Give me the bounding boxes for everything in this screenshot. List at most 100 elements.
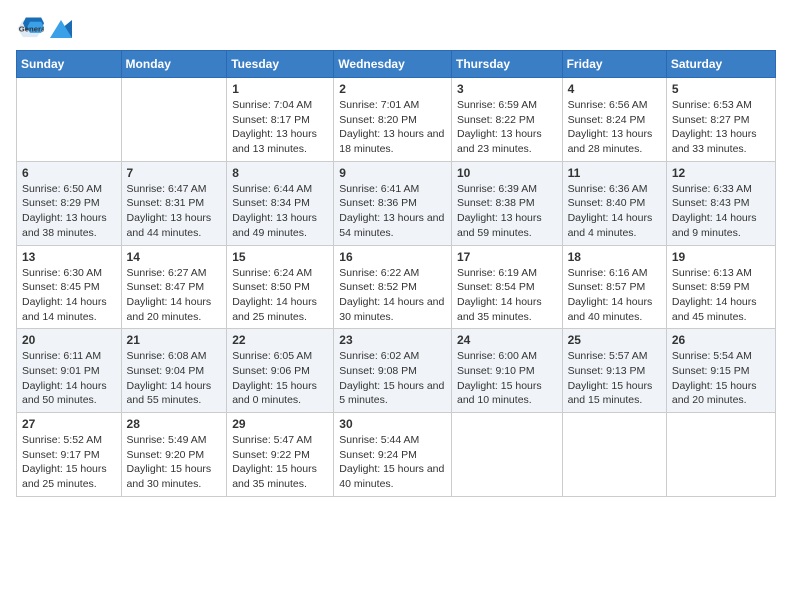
calendar-day-cell: 16Sunrise: 6:22 AMSunset: 8:52 PMDayligh…: [334, 245, 452, 329]
day-number: 7: [127, 166, 222, 180]
weekday-header-cell: Wednesday: [334, 51, 452, 78]
day-info: Sunrise: 5:49 AMSunset: 9:20 PMDaylight:…: [127, 433, 222, 492]
day-number: 9: [339, 166, 446, 180]
day-number: 14: [127, 250, 222, 264]
day-number: 22: [232, 333, 328, 347]
calendar-day-cell: 17 Sunrise: 6:19 AMSunset: 8:54 PMDayligh…: [451, 245, 562, 329]
calendar-week-row: 27 Sunrise: 5:52 AMSunset: 9:17 PMDayligh…: [17, 413, 776, 497]
calendar-week-row: 6 Sunrise: 6:50 AMSunset: 8:29 PMDaylight…: [17, 161, 776, 245]
day-info: Sunrise: 6:41 AMSunset: 8:36 PMDaylight:…: [339, 182, 446, 241]
day-number: 6: [22, 166, 116, 180]
calendar-day-cell: 26 Sunrise: 5:54 AMSunset: 9:15 PMDayligh…: [666, 329, 775, 413]
calendar-day-cell: 29 Sunrise: 5:47 AMSunset: 9:22 PMDayligh…: [227, 413, 334, 497]
weekday-header-cell: Thursday: [451, 51, 562, 78]
calendar-day-cell: [121, 78, 227, 162]
day-number: 17: [457, 250, 557, 264]
day-info: Sunrise: 6:11 AMSunset: 9:01 PMDaylight:…: [22, 349, 116, 408]
day-number: 21: [127, 333, 222, 347]
calendar-day-cell: 21 Sunrise: 6:08 AMSunset: 9:04 PMDayligh…: [121, 329, 227, 413]
calendar-day-cell: 5 Sunrise: 6:53 AMSunset: 8:27 PMDaylight…: [666, 78, 775, 162]
day-info: Sunrise: 6:00 AMSunset: 9:10 PMDaylight:…: [457, 349, 557, 408]
calendar-day-cell: 22 Sunrise: 6:05 AMSunset: 9:06 PMDayligh…: [227, 329, 334, 413]
day-number: 3: [457, 82, 557, 96]
day-number: 29: [232, 417, 328, 431]
day-number: 28: [127, 417, 222, 431]
day-info: Sunrise: 6:24 AMSunset: 8:50 PMDaylight:…: [232, 266, 328, 325]
calendar-day-cell: 20 Sunrise: 6:11 AMSunset: 9:01 PMDayligh…: [17, 329, 122, 413]
day-number: 8: [232, 166, 328, 180]
day-info: Sunrise: 7:04 AMSunset: 8:17 PMDaylight:…: [232, 98, 328, 157]
day-info: Sunrise: 6:16 AMSunset: 8:57 PMDaylight:…: [568, 266, 661, 325]
day-number: 13: [22, 250, 116, 264]
day-info: Sunrise: 6:02 AMSunset: 9:08 PMDaylight:…: [339, 349, 446, 408]
day-number: 5: [672, 82, 770, 96]
calendar-day-cell: 9 Sunrise: 6:41 AMSunset: 8:36 PMDaylight…: [334, 161, 452, 245]
day-number: 30: [339, 417, 446, 431]
calendar-day-cell: [451, 413, 562, 497]
weekday-header-cell: Friday: [562, 51, 666, 78]
day-info: Sunrise: 6:44 AMSunset: 8:34 PMDaylight:…: [232, 182, 328, 241]
calendar-day-cell: 10 Sunrise: 6:39 AMSunset: 8:38 PMDayligh…: [451, 161, 562, 245]
calendar-day-cell: 25 Sunrise: 5:57 AMSunset: 9:13 PMDayligh…: [562, 329, 666, 413]
day-info: Sunrise: 6:36 AMSunset: 8:40 PMDaylight:…: [568, 182, 661, 241]
day-number: 20: [22, 333, 116, 347]
calendar-day-cell: 14Sunrise: 6:27 AMSunset: 8:47 PMDayligh…: [121, 245, 227, 329]
day-number: 15: [232, 250, 328, 264]
calendar-week-row: 20 Sunrise: 6:11 AMSunset: 9:01 PMDayligh…: [17, 329, 776, 413]
day-info: Sunrise: 5:57 AMSunset: 9:13 PMDaylight:…: [568, 349, 661, 408]
logo-icon: General: [16, 16, 44, 40]
day-info: Sunrise: 6:39 AMSunset: 8:38 PMDaylight:…: [457, 182, 557, 241]
calendar-day-cell: 19 Sunrise: 6:13 AMSunset: 8:59 PMDayligh…: [666, 245, 775, 329]
day-info: Sunrise: 6:47 AMSunset: 8:31 PMDaylight:…: [127, 182, 222, 241]
day-info: Sunrise: 6:53 AMSunset: 8:27 PMDaylight:…: [672, 98, 770, 157]
day-number: 26: [672, 333, 770, 347]
svg-text:General: General: [19, 25, 44, 34]
day-number: 27: [22, 417, 116, 431]
day-info: Sunrise: 5:52 AMSunset: 9:17 PMDaylight:…: [22, 433, 116, 492]
day-number: 18: [568, 250, 661, 264]
day-info: Sunrise: 5:54 AMSunset: 9:15 PMDaylight:…: [672, 349, 770, 408]
calendar-day-cell: 11Sunrise: 6:36 AMSunset: 8:40 PMDayligh…: [562, 161, 666, 245]
logo-triangle-icon: [50, 20, 72, 38]
calendar-day-cell: [17, 78, 122, 162]
calendar-week-row: 13 Sunrise: 6:30 AMSunset: 8:45 PMDayligh…: [17, 245, 776, 329]
day-number: 1: [232, 82, 328, 96]
day-info: Sunrise: 5:44 AMSunset: 9:24 PMDaylight:…: [339, 433, 446, 492]
weekday-header-row: SundayMondayTuesdayWednesdayThursdayFrid…: [17, 51, 776, 78]
day-number: 24: [457, 333, 557, 347]
logo: General: [16, 16, 72, 40]
weekday-header-cell: Saturday: [666, 51, 775, 78]
day-info: Sunrise: 5:47 AMSunset: 9:22 PMDaylight:…: [232, 433, 328, 492]
calendar-day-cell: 15 Sunrise: 6:24 AMSunset: 8:50 PMDayligh…: [227, 245, 334, 329]
day-info: Sunrise: 6:22 AMSunset: 8:52 PMDaylight:…: [339, 266, 446, 325]
day-info: Sunrise: 6:13 AMSunset: 8:59 PMDaylight:…: [672, 266, 770, 325]
day-number: 12: [672, 166, 770, 180]
day-number: 4: [568, 82, 661, 96]
calendar-day-cell: 4 Sunrise: 6:56 AMSunset: 8:24 PMDaylight…: [562, 78, 666, 162]
calendar-week-row: 1 Sunrise: 7:04 AMSunset: 8:17 PMDaylight…: [17, 78, 776, 162]
calendar-day-cell: 24 Sunrise: 6:00 AMSunset: 9:10 PMDayligh…: [451, 329, 562, 413]
calendar-day-cell: 6 Sunrise: 6:50 AMSunset: 8:29 PMDaylight…: [17, 161, 122, 245]
calendar-day-cell: 13 Sunrise: 6:30 AMSunset: 8:45 PMDayligh…: [17, 245, 122, 329]
day-number: 25: [568, 333, 661, 347]
day-number: 10: [457, 166, 557, 180]
calendar-body: 1 Sunrise: 7:04 AMSunset: 8:17 PMDaylight…: [17, 78, 776, 497]
calendar-day-cell: 7 Sunrise: 6:47 AMSunset: 8:31 PMDaylight…: [121, 161, 227, 245]
calendar-table: SundayMondayTuesdayWednesdayThursdayFrid…: [16, 50, 776, 497]
day-info: Sunrise: 6:56 AMSunset: 8:24 PMDaylight:…: [568, 98, 661, 157]
calendar-day-cell: [666, 413, 775, 497]
weekday-header-cell: Sunday: [17, 51, 122, 78]
day-info: Sunrise: 6:19 AMSunset: 8:54 PMDaylight:…: [457, 266, 557, 325]
day-info: Sunrise: 6:33 AMSunset: 8:43 PMDaylight:…: [672, 182, 770, 241]
calendar-day-cell: 3 Sunrise: 6:59 AMSunset: 8:22 PMDaylight…: [451, 78, 562, 162]
day-number: 2: [339, 82, 446, 96]
calendar-day-cell: 1 Sunrise: 7:04 AMSunset: 8:17 PMDaylight…: [227, 78, 334, 162]
weekday-header-cell: Monday: [121, 51, 227, 78]
day-info: Sunrise: 6:08 AMSunset: 9:04 PMDaylight:…: [127, 349, 222, 408]
day-number: 23: [339, 333, 446, 347]
day-info: Sunrise: 6:05 AMSunset: 9:06 PMDaylight:…: [232, 349, 328, 408]
day-number: 19: [672, 250, 770, 264]
day-info: Sunrise: 6:30 AMSunset: 8:45 PMDaylight:…: [22, 266, 116, 325]
day-info: Sunrise: 6:50 AMSunset: 8:29 PMDaylight:…: [22, 182, 116, 241]
day-info: Sunrise: 6:59 AMSunset: 8:22 PMDaylight:…: [457, 98, 557, 157]
